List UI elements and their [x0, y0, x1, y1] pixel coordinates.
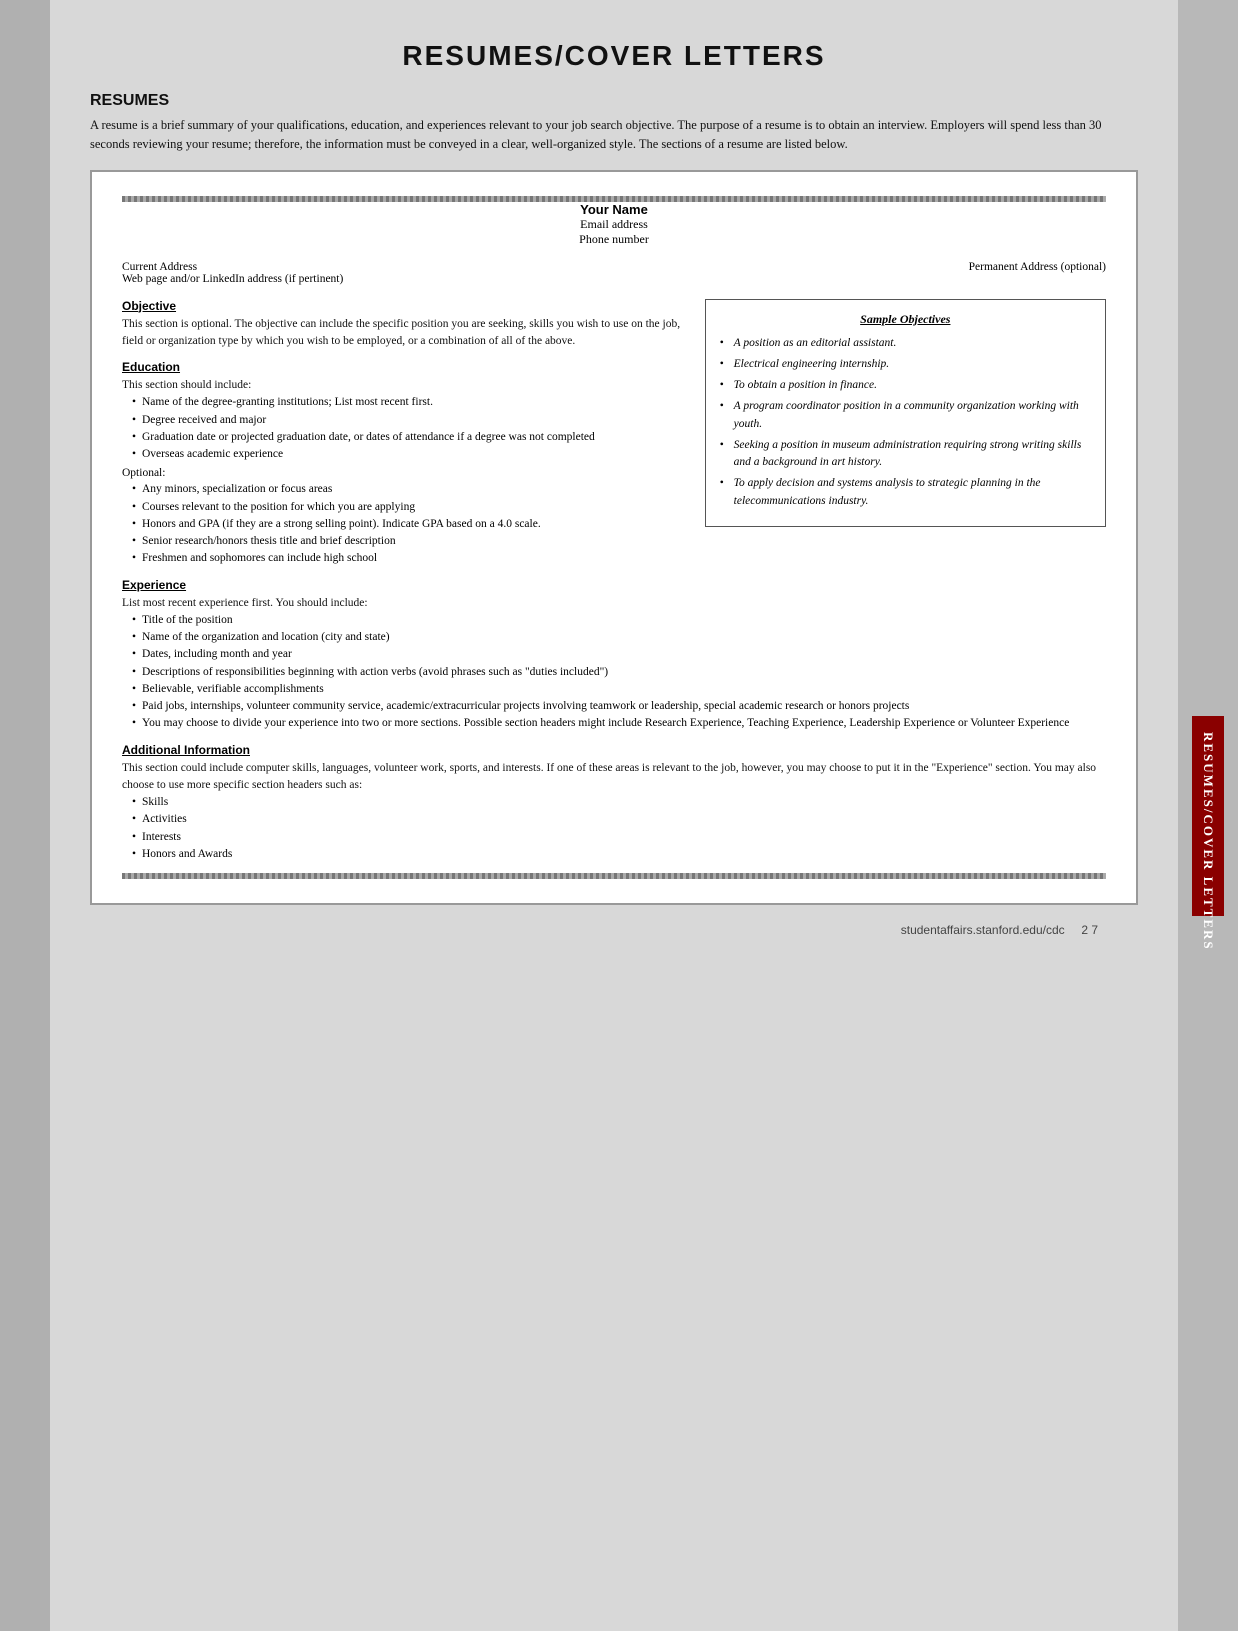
current-address-label: Current Address: [122, 261, 343, 273]
experience-item: Descriptions of responsibilities beginni…: [132, 664, 1106, 681]
resume-email: Email address: [122, 217, 1106, 232]
additional-info-list: Skills Activities Interests Honors and A…: [122, 794, 1106, 863]
resume-header: Your Name Email address Phone number: [122, 202, 1106, 247]
additional-info-item: Skills: [132, 794, 1106, 811]
experience-item: Dates, including month and year: [132, 646, 1106, 663]
education-intro: This section should include:: [122, 377, 689, 394]
education-item: Graduation date or projected graduation …: [132, 429, 689, 446]
experience-item: Believable, verifiable accomplishments: [132, 681, 1106, 698]
resume-two-col: Objective This section is optional. The …: [122, 299, 1106, 578]
resume-right-col: Sample Objectives A position as an edito…: [705, 299, 1106, 578]
education-optional-item: Any minors, specialization or focus area…: [132, 481, 689, 498]
experience-item: Title of the position: [132, 612, 1106, 629]
additional-info-item: Activities: [132, 811, 1106, 828]
education-optional-item: Honors and GPA (if they are a strong sel…: [132, 516, 689, 533]
footer-url: studentaffairs.stanford.edu/cdc: [901, 923, 1065, 937]
address-row: Current Address Web page and/or LinkedIn…: [122, 261, 1106, 285]
permanent-address-label: Permanent Address (optional): [969, 261, 1106, 273]
right-sidebar: RESUMES/COVER LETTERS: [1178, 0, 1238, 1631]
current-address-sub: Web page and/or LinkedIn address (if per…: [122, 273, 343, 285]
education-optional-list: Any minors, specialization or focus area…: [122, 481, 689, 567]
additional-info-text: This section could include computer skil…: [122, 760, 1106, 795]
education-title: Education: [122, 360, 689, 374]
page-title: RESUMES/COVER LETTERS: [90, 40, 1138, 72]
bottom-deco-line: [122, 873, 1106, 879]
resume-name: Your Name: [122, 202, 1106, 217]
footer-page: 2 7: [1081, 923, 1098, 937]
education-item: Overseas academic experience: [132, 446, 689, 463]
objective-text: This section is optional. The objective …: [122, 316, 689, 351]
education-item: Degree received and major: [132, 412, 689, 429]
objective-section: Objective This section is optional. The …: [122, 299, 689, 351]
sample-objective-item: Seeking a position in museum administrat…: [720, 437, 1091, 472]
optional-label: Optional:: [122, 467, 689, 479]
sample-objective-item: A program coordinator position in a comm…: [720, 398, 1091, 433]
experience-section: Experience List most recent experience f…: [122, 578, 1106, 733]
education-item: Name of the degree-granting institutions…: [132, 394, 689, 411]
sample-objective-item: A position as an editorial assistant.: [720, 335, 1091, 352]
sample-objective-item: To obtain a position in finance.: [720, 377, 1091, 394]
education-optional-item: Freshmen and sophomores can include high…: [132, 550, 689, 567]
sample-objective-item: To apply decision and systems analysis t…: [720, 475, 1091, 510]
experience-list: Title of the position Name of the organi…: [122, 612, 1106, 733]
current-address: Current Address Web page and/or LinkedIn…: [122, 261, 343, 285]
sample-objectives-box: Sample Objectives A position as an edito…: [705, 299, 1106, 527]
page-wrapper: RESUMES/COVER LETTERS RESUMES A resume i…: [0, 0, 1238, 1631]
education-optional-item: Courses relevant to the position for whi…: [132, 499, 689, 516]
main-content: RESUMES/COVER LETTERS RESUMES A resume i…: [50, 0, 1178, 1631]
experience-title: Experience: [122, 578, 1106, 592]
education-optional-item: Senior research/honors thesis title and …: [132, 533, 689, 550]
page-footer: studentaffairs.stanford.edu/cdc 2 7: [90, 915, 1138, 945]
additional-info-title: Additional Information: [122, 743, 1106, 757]
sample-objectives-title: Sample Objectives: [720, 312, 1091, 327]
resume-box: Your Name Email address Phone number Cur…: [90, 170, 1138, 906]
resume-left-col: Objective This section is optional. The …: [122, 299, 689, 578]
resumes-heading: RESUMES: [90, 92, 1138, 110]
experience-intro: List most recent experience first. You s…: [122, 595, 1106, 612]
education-list: Name of the degree-granting institutions…: [122, 394, 689, 463]
experience-item: You may choose to divide your experience…: [132, 715, 1106, 732]
experience-item: Name of the organization and location (c…: [132, 629, 1106, 646]
sample-objectives-list: A position as an editorial assistant. El…: [720, 335, 1091, 510]
education-section: Education This section should include: N…: [122, 360, 689, 568]
resumes-intro: A resume is a brief summary of your qual…: [90, 116, 1138, 154]
left-decorative-column: [0, 0, 50, 1631]
additional-info-section: Additional Information This section coul…: [122, 743, 1106, 864]
sample-objective-item: Electrical engineering internship.: [720, 356, 1091, 373]
additional-info-item: Honors and Awards: [132, 846, 1106, 863]
resume-phone: Phone number: [122, 232, 1106, 247]
permanent-address: Permanent Address (optional): [969, 261, 1106, 285]
experience-item: Paid jobs, internships, volunteer commun…: [132, 698, 1106, 715]
sidebar-label: RESUMES/COVER LETTERS: [1192, 716, 1224, 916]
additional-info-item: Interests: [132, 829, 1106, 846]
objective-title: Objective: [122, 299, 689, 313]
